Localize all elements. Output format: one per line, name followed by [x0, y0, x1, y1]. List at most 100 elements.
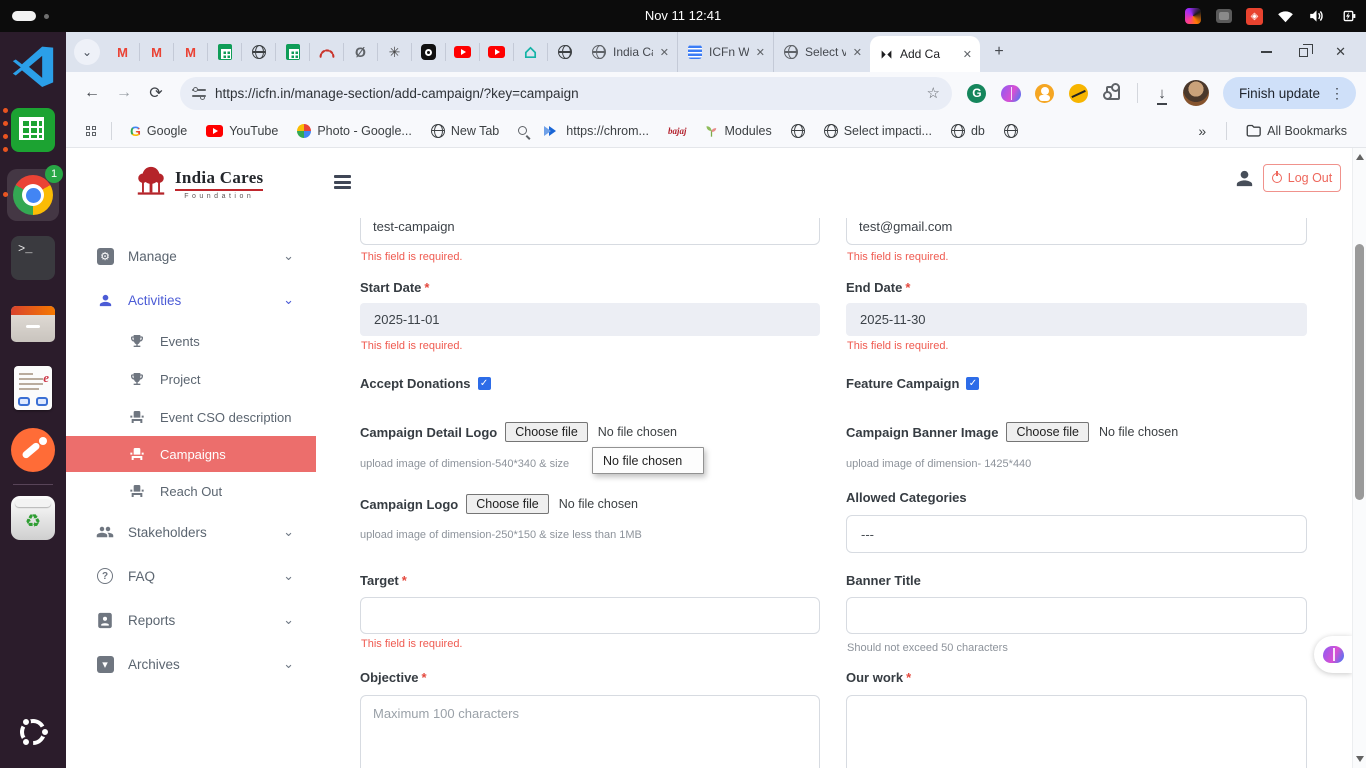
target-input[interactable] — [360, 597, 820, 634]
bookmark-star-icon[interactable]: ☆ — [926, 84, 939, 102]
menu-dots-icon[interactable]: ⋮ — [1330, 85, 1344, 102]
close-icon[interactable]: ✕ — [660, 46, 669, 59]
tab-add-campaign[interactable]: Add Ca ✕ — [870, 36, 980, 72]
close-icon[interactable]: ✕ — [756, 46, 765, 59]
finish-update-button[interactable]: Finish update ⋮ — [1223, 77, 1356, 109]
system-clock[interactable]: Nov 11 12:41 — [0, 0, 1366, 32]
forward-button[interactable]: → — [110, 79, 138, 107]
reload-button[interactable]: ⟳ — [142, 79, 170, 107]
site-logo[interactable]: India Cares Foundation — [134, 162, 263, 202]
bookmark-search[interactable] — [513, 126, 535, 135]
pinned-tab-youtube[interactable] — [480, 43, 514, 61]
pinned-tab-web[interactable] — [242, 43, 276, 61]
accept-donations-checkbox[interactable]: ✓ — [478, 377, 491, 390]
page-scrollbar[interactable] — [1352, 148, 1366, 768]
campaign-name-input[interactable] — [360, 218, 820, 245]
scroll-up-arrow[interactable] — [1356, 154, 1364, 160]
bookmark-site[interactable] — [786, 124, 810, 138]
tab-india-cares[interactable]: India Ca ✕ — [582, 32, 678, 72]
detail-logo-choose-file-button[interactable]: Choose file — [505, 422, 588, 442]
close-icon[interactable]: ✕ — [853, 46, 862, 59]
sidebar-item-reports[interactable]: Reports ⌄ — [66, 598, 316, 642]
downloads-button[interactable]: ↓ — [1147, 79, 1177, 107]
grammarly-extension-icon[interactable]: G — [962, 79, 992, 107]
pinned-tab-gmail[interactable]: M — [106, 43, 140, 61]
pinned-tab-sheets[interactable] — [276, 43, 310, 61]
pinned-tab-shield[interactable] — [412, 43, 446, 61]
bookmark-new-tab[interactable]: New Tab — [426, 124, 504, 138]
logout-button[interactable]: Log Out — [1263, 164, 1341, 192]
brain-extension-icon[interactable] — [996, 79, 1026, 107]
pinned-tab-openai[interactable]: ✳ — [378, 43, 412, 61]
sidebar-item-reach-out[interactable]: Reach Out — [66, 472, 316, 510]
profile-avatar[interactable] — [1181, 79, 1211, 107]
dock-trash-icon[interactable]: ♻ — [11, 496, 55, 540]
dock-chrome-icon[interactable]: 1 — [7, 169, 59, 221]
banner-title-input[interactable] — [846, 597, 1307, 634]
pinned-tab-web[interactable] — [548, 43, 582, 61]
sidebar-item-events[interactable]: Events — [66, 322, 316, 360]
our-work-textarea[interactable] — [846, 695, 1307, 768]
sidebar-item-archives[interactable]: ▾ Archives ⌄ — [66, 642, 316, 686]
pinned-tab-youtube[interactable] — [446, 43, 480, 61]
all-bookmarks-button[interactable]: All Bookmarks — [1241, 124, 1352, 138]
dock-document-viewer-icon[interactable]: e — [11, 366, 55, 410]
bookmark-bajaj[interactable]: bajaj — [663, 126, 692, 136]
sidebar-item-stakeholders[interactable]: Stakeholders ⌄ — [66, 510, 316, 554]
tab-icfn[interactable]: ICFn W ✕ — [678, 32, 774, 72]
feature-campaign-checkbox[interactable]: ✓ — [966, 377, 979, 390]
new-tab-button[interactable]: + — [986, 39, 1012, 65]
dock-libreoffice-calc-icon[interactable] — [11, 108, 55, 152]
sidebar-item-faq[interactable]: ? FAQ ⌄ — [66, 554, 316, 598]
assistant-bubble[interactable] — [1314, 636, 1352, 673]
bookmark-google-photos[interactable]: Photo - Google... — [292, 124, 417, 138]
orange-person-extension-icon[interactable] — [1030, 79, 1060, 107]
scrollbar-thumb[interactable] — [1355, 244, 1364, 500]
user-profile-icon[interactable] — [1233, 167, 1256, 195]
pinned-tab-gmail[interactable]: M — [140, 43, 174, 61]
dock-files-icon[interactable] — [11, 302, 55, 346]
extensions-puzzle-icon[interactable] — [1098, 79, 1128, 107]
objective-textarea[interactable] — [360, 695, 820, 768]
sidebar-item-project[interactable]: Project — [66, 360, 316, 398]
sidebar-item-manage[interactable]: ⚙ Manage ⌄ — [66, 234, 316, 278]
site-settings-icon[interactable] — [192, 87, 206, 99]
wifi-icon[interactable] — [1277, 8, 1294, 25]
pinned-tab-null[interactable]: Ø — [344, 43, 378, 61]
sidebar-item-campaigns[interactable]: Campaigns — [66, 436, 316, 472]
battery-icon[interactable] — [1339, 8, 1356, 25]
sidebar-item-event-cso-description[interactable]: Event CSO description — [66, 398, 316, 436]
dock-ubuntu-logo[interactable] — [11, 710, 55, 754]
apps-grid-icon[interactable] — [84, 126, 98, 136]
dock-postman-icon[interactable] — [11, 428, 55, 472]
allowed-categories-select[interactable]: --- — [846, 515, 1307, 553]
orange-x-extension-icon[interactable] — [1064, 79, 1094, 107]
end-date-input[interactable]: 2025-11-30 — [846, 303, 1307, 336]
dock-terminal-icon[interactable]: >_ — [11, 236, 55, 280]
bookmark-youtube[interactable]: YouTube — [201, 124, 283, 138]
messages-icon[interactable] — [1215, 8, 1232, 25]
minimize-button[interactable] — [1261, 51, 1272, 53]
pinned-tab-home[interactable] — [514, 43, 548, 61]
back-button[interactable]: ← — [78, 79, 106, 107]
bookmark-site[interactable] — [999, 124, 1023, 138]
screenshare-app-icon[interactable]: ◈ — [1246, 8, 1263, 25]
bookmarks-overflow-button[interactable]: » — [1192, 123, 1212, 139]
pinned-tab-gmail[interactable]: M — [174, 43, 208, 61]
bookmark-chrome-url[interactable]: https://chrom... — [544, 124, 654, 138]
pinned-tab-sheets[interactable] — [208, 43, 242, 61]
sidebar-item-activities[interactable]: Activities ⌄ — [66, 278, 316, 322]
tab-select[interactable]: Select v ✕ — [774, 32, 870, 72]
volume-icon[interactable] — [1308, 8, 1325, 25]
bookmark-db[interactable]: db — [946, 124, 990, 138]
email-input[interactable] — [846, 218, 1307, 245]
start-date-input[interactable]: 2025-11-01 — [360, 303, 820, 336]
url-text[interactable]: https://icfn.in/manage-section/add-campa… — [215, 86, 917, 101]
sidebar-toggle-button[interactable] — [334, 175, 351, 189]
close-icon[interactable]: ✕ — [963, 48, 972, 61]
banner-image-choose-file-button[interactable]: Choose file — [1006, 422, 1089, 442]
restore-button[interactable] — [1299, 48, 1308, 57]
dock-vscode-icon[interactable] — [11, 43, 55, 87]
campaign-logo-choose-file-button[interactable]: Choose file — [466, 494, 549, 514]
scroll-down-arrow[interactable] — [1356, 756, 1364, 762]
